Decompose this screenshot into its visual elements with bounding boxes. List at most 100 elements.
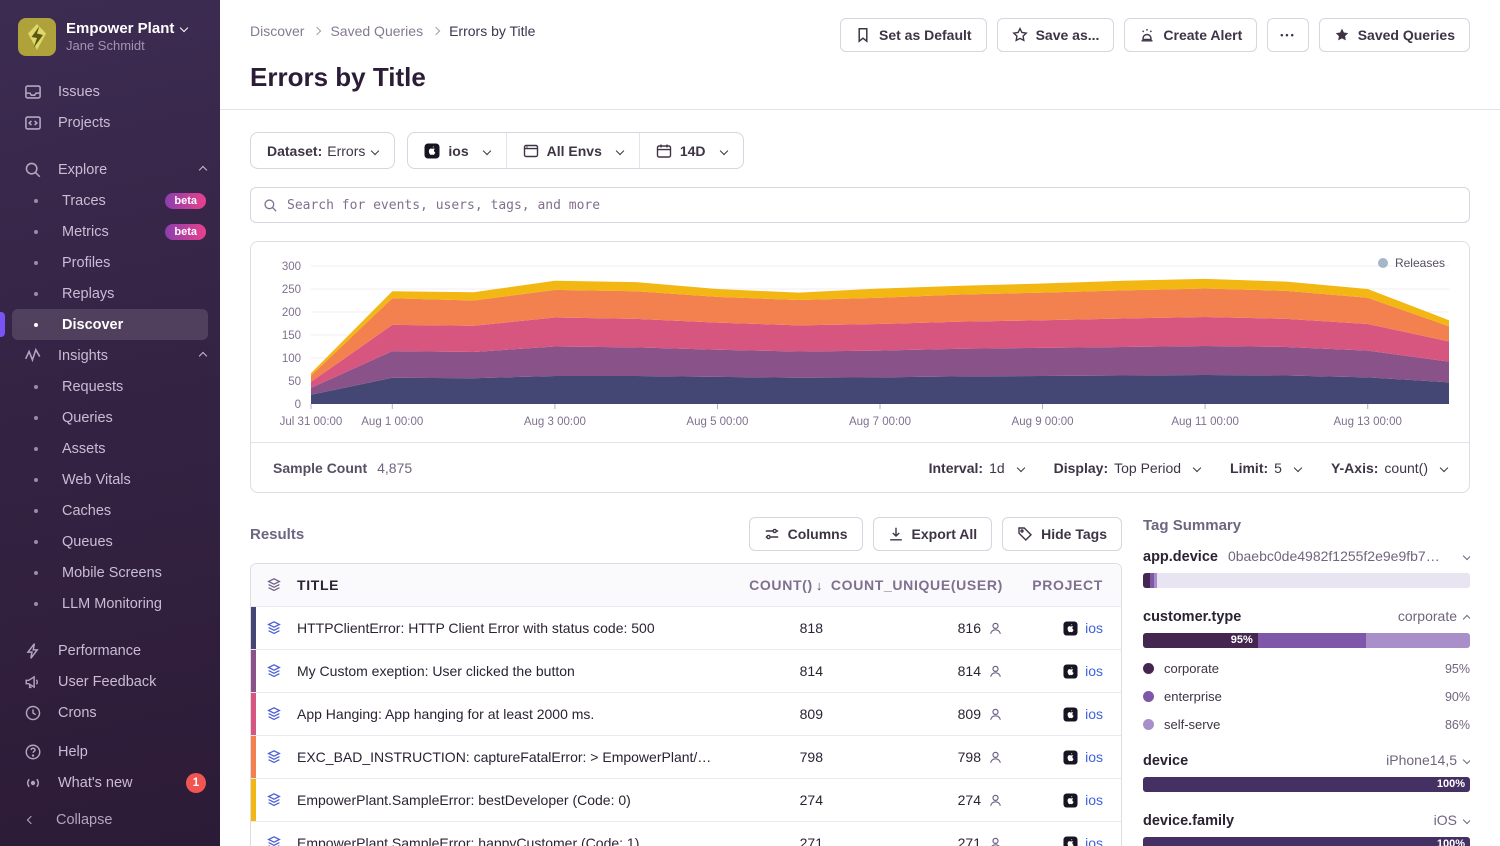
limit-select[interactable]: Limit:5 bbox=[1230, 460, 1301, 476]
tag-legend-item[interactable]: self-serve 86% bbox=[1143, 717, 1470, 732]
breadcrumb-saved-queries[interactable]: Saved Queries bbox=[330, 23, 423, 39]
clock-icon bbox=[24, 704, 42, 722]
col-count-unique[interactable]: COUNT_UNIQUE(USER) bbox=[823, 577, 1003, 593]
sidebar-item-replays[interactable]: Replays bbox=[0, 278, 220, 309]
table-row[interactable]: App Hanging: App hanging for at least 20… bbox=[251, 692, 1121, 735]
project-link[interactable]: ios bbox=[1085, 749, 1103, 765]
project-link[interactable]: ios bbox=[1085, 706, 1103, 722]
save-as-button[interactable]: Save as... bbox=[997, 18, 1115, 52]
sidebar-item-queries[interactable]: Queries bbox=[0, 402, 220, 433]
chevron-down-icon bbox=[482, 146, 490, 154]
chevron-down-icon bbox=[371, 146, 379, 154]
issue-title[interactable]: App Hanging: App hanging for at least 20… bbox=[297, 706, 713, 722]
table-row[interactable]: HTTPClientError: HTTP Client Error with … bbox=[251, 606, 1121, 649]
sidebar-item-metrics[interactable]: Metrics beta bbox=[0, 216, 220, 247]
yaxis-select[interactable]: Y-Axis:count() bbox=[1331, 460, 1447, 476]
table-row[interactable]: EmpowerPlant.SampleError: happyCustomer … bbox=[251, 821, 1121, 846]
unique-count-value: 814 bbox=[958, 663, 981, 679]
tag-expand-toggle[interactable] bbox=[1457, 548, 1470, 564]
sidebar-item-whats-new[interactable]: What's new 1 bbox=[0, 767, 220, 798]
sidebar-item-projects[interactable]: Projects bbox=[0, 107, 220, 138]
sidebar-section-explore[interactable]: Explore bbox=[0, 154, 220, 185]
issue-title[interactable]: EmpowerPlant.SampleError: happyCustomer … bbox=[297, 835, 713, 846]
tag-legend-item[interactable]: corporate 95% bbox=[1143, 661, 1470, 676]
search-input[interactable] bbox=[287, 198, 1457, 213]
col-project[interactable]: PROJECT bbox=[1003, 577, 1121, 593]
sidebar-item-requests[interactable]: Requests bbox=[0, 371, 220, 402]
interval-select[interactable]: Interval:1d bbox=[929, 460, 1024, 476]
col-title[interactable]: TITLE bbox=[297, 577, 713, 593]
tag-distribution-bar[interactable]: 100% bbox=[1143, 777, 1470, 792]
table-row[interactable]: EmpowerPlant.SampleError: bestDeveloper … bbox=[251, 778, 1121, 821]
section-label: Explore bbox=[58, 162, 193, 178]
sidebar-item-label: Assets bbox=[62, 441, 206, 457]
results-heading: Results bbox=[250, 526, 304, 543]
col-count[interactable]: COUNT()↓ bbox=[713, 577, 823, 593]
sidebar-collapse-button[interactable]: Collapse bbox=[0, 798, 220, 846]
user-icon bbox=[988, 707, 1003, 722]
svg-text:Aug 5 00:00: Aug 5 00:00 bbox=[686, 416, 748, 428]
sidebar-item-issues[interactable]: Issues bbox=[0, 76, 220, 107]
stacked-area-chart[interactable]: 050100150200250300Jul 31 00:00Aug 1 00:0… bbox=[257, 252, 1461, 440]
environment-filter[interactable]: All Envs bbox=[506, 133, 639, 168]
sidebar-item-assets[interactable]: Assets bbox=[0, 433, 220, 464]
tag-legend-item[interactable]: enterprise 90% bbox=[1143, 689, 1470, 704]
releases-legend-toggle[interactable]: Releases bbox=[1378, 256, 1445, 270]
issue-title[interactable]: EmpowerPlant.SampleError: bestDeveloper … bbox=[297, 792, 713, 808]
tag-distribution-bar[interactable] bbox=[1143, 573, 1470, 588]
columns-button[interactable]: Columns bbox=[749, 517, 863, 551]
export-all-button[interactable]: Export All bbox=[873, 517, 993, 551]
layers-icon bbox=[266, 706, 282, 722]
issue-title[interactable]: HTTPClientError: HTTP Client Error with … bbox=[297, 620, 713, 636]
legend-percent: 95% bbox=[1445, 662, 1470, 676]
hide-tags-button[interactable]: Hide Tags bbox=[1002, 517, 1122, 551]
sidebar-item-caches[interactable]: Caches bbox=[0, 495, 220, 526]
sidebar-item-traces[interactable]: Traces beta bbox=[0, 185, 220, 216]
bullet-dot bbox=[34, 478, 38, 482]
sidebar-section-insights[interactable]: Insights bbox=[0, 340, 220, 371]
set-as-default-button[interactable]: Set as Default bbox=[840, 18, 987, 52]
tag-value: 0baebc0de4982f1255f2e9e9fb7… bbox=[1228, 548, 1449, 564]
sidebar-item-profiles[interactable]: Profiles bbox=[0, 247, 220, 278]
sidebar-item-web-vitals[interactable]: Web Vitals bbox=[0, 464, 220, 495]
org-logo bbox=[18, 18, 56, 56]
display-select[interactable]: Display:Top Period bbox=[1054, 460, 1200, 476]
help-icon bbox=[24, 743, 42, 761]
notification-badge: 1 bbox=[186, 773, 206, 793]
table-row[interactable]: My Custom exeption: User clicked the but… bbox=[251, 649, 1121, 692]
date-range-filter[interactable]: 14D bbox=[639, 133, 743, 168]
project-link[interactable]: ios bbox=[1085, 792, 1103, 808]
inbox-icon bbox=[24, 83, 42, 101]
search-bar[interactable] bbox=[250, 187, 1470, 223]
sidebar-item-queues[interactable]: Queues bbox=[0, 526, 220, 557]
project-link[interactable]: ios bbox=[1085, 835, 1103, 846]
issue-title[interactable]: My Custom exeption: User clicked the but… bbox=[297, 663, 713, 679]
sidebar-item-discover[interactable]: Discover bbox=[0, 309, 220, 340]
project-filter[interactable]: ios bbox=[408, 133, 505, 168]
saved-queries-button[interactable]: Saved Queries bbox=[1319, 18, 1470, 52]
tag-expand-toggle[interactable]: corporate bbox=[1398, 608, 1470, 624]
create-alert-button[interactable]: Create Alert bbox=[1124, 18, 1257, 52]
overflow-menu-button[interactable]: ••• bbox=[1267, 18, 1308, 52]
breadcrumb-discover[interactable]: Discover bbox=[250, 23, 304, 39]
table-row[interactable]: EXC_BAD_INSTRUCTION: captureFatalError: … bbox=[251, 735, 1121, 778]
layers-icon bbox=[266, 663, 282, 679]
sidebar-item-help[interactable]: Help bbox=[0, 736, 220, 767]
sidebar-item-mobile-screens[interactable]: Mobile Screens bbox=[0, 557, 220, 588]
tag-distribution-bar[interactable]: 100% bbox=[1143, 837, 1470, 846]
issue-title[interactable]: EXC_BAD_INSTRUCTION: captureFatalError: … bbox=[297, 749, 713, 765]
tag-distribution-bar[interactable]: 95% bbox=[1143, 633, 1470, 648]
dataset-filter[interactable]: Dataset: Errors bbox=[250, 132, 395, 169]
tag-expand-toggle[interactable]: iOS bbox=[1434, 812, 1470, 828]
project-link[interactable]: ios bbox=[1085, 663, 1103, 679]
project-link[interactable]: ios bbox=[1085, 620, 1103, 636]
sidebar-item-performance[interactable]: Performance bbox=[0, 635, 220, 666]
layers-icon bbox=[266, 620, 282, 636]
sidebar-item-llm-monitoring[interactable]: LLM Monitoring bbox=[0, 588, 220, 619]
sidebar-item-label: Queues bbox=[62, 534, 206, 550]
org-switcher[interactable]: Empower Plant Jane Schmidt bbox=[0, 0, 220, 70]
tag-expand-toggle[interactable]: iPhone14,5 bbox=[1386, 752, 1470, 768]
bookmark-icon bbox=[855, 27, 871, 43]
sidebar-item-user-feedback[interactable]: User Feedback bbox=[0, 666, 220, 697]
sidebar-item-crons[interactable]: Crons bbox=[0, 697, 220, 728]
